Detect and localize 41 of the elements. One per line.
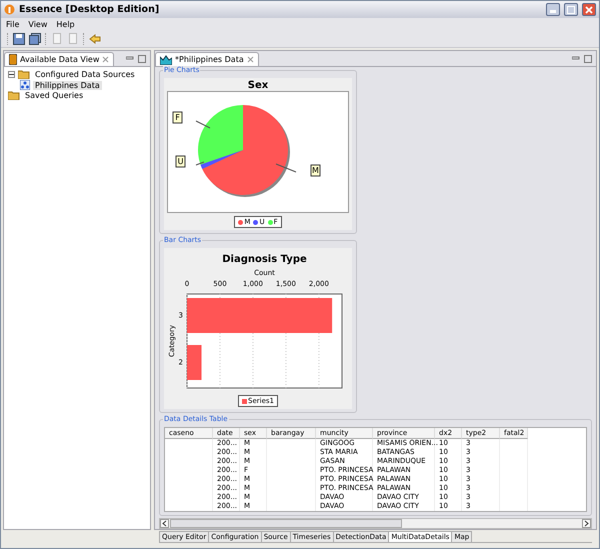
- close-button[interactable]: [582, 3, 596, 16]
- chart-title: Sex: [248, 80, 268, 91]
- chart-icon: [160, 54, 172, 64]
- legend-dot: [268, 220, 273, 224]
- tree-item[interactable]: Configured Data Sources: [33, 70, 137, 79]
- slice-label: F: [175, 113, 180, 122]
- close-icon[interactable]: [102, 56, 110, 63]
- network-icon: [20, 80, 30, 90]
- maximize-icon[interactable]: [584, 55, 592, 63]
- database-icon: [9, 54, 17, 65]
- minimize-button[interactable]: [546, 3, 560, 16]
- chart-title: Diagnosis Type: [222, 254, 307, 265]
- window-title: Essence [Desktop Edition]: [19, 4, 160, 15]
- legend-dot: [238, 220, 244, 224]
- legend-swatch: [242, 398, 247, 404]
- app-icon: [4, 4, 15, 15]
- tree-item[interactable]: Saved Queries: [23, 91, 86, 100]
- horizontal-scrollbar[interactable]: [159, 518, 592, 529]
- menu-item[interactable]: File: [6, 20, 20, 29]
- back-arrow-icon[interactable]: [89, 33, 101, 45]
- tree-item[interactable]: Philippines Data: [33, 80, 102, 90]
- save-icon[interactable]: [13, 33, 25, 45]
- slice-label: U: [178, 157, 184, 166]
- collapse-toggle[interactable]: [8, 71, 15, 78]
- view-tab[interactable]: Available Data View: [4, 52, 114, 66]
- folder-icon: [8, 91, 20, 100]
- save-all-icon[interactable]: [29, 33, 41, 45]
- maximize-icon: [567, 6, 575, 14]
- menu-item[interactable]: View: [28, 20, 48, 29]
- editor-tab[interactable]: *Philippines Data: [155, 52, 259, 66]
- scroll-left-button[interactable]: [160, 519, 169, 528]
- close-icon[interactable]: [246, 56, 254, 63]
- maximize-icon[interactable]: [138, 55, 146, 63]
- scroll-right-button[interactable]: [582, 519, 591, 528]
- menu-item[interactable]: Help: [56, 20, 75, 29]
- bar: [187, 345, 202, 380]
- folder-icon: [18, 70, 30, 79]
- legend-dot: [253, 220, 258, 224]
- slice-label: M: [312, 166, 319, 175]
- close-icon: [585, 6, 593, 14]
- maximize-button[interactable]: [564, 3, 578, 16]
